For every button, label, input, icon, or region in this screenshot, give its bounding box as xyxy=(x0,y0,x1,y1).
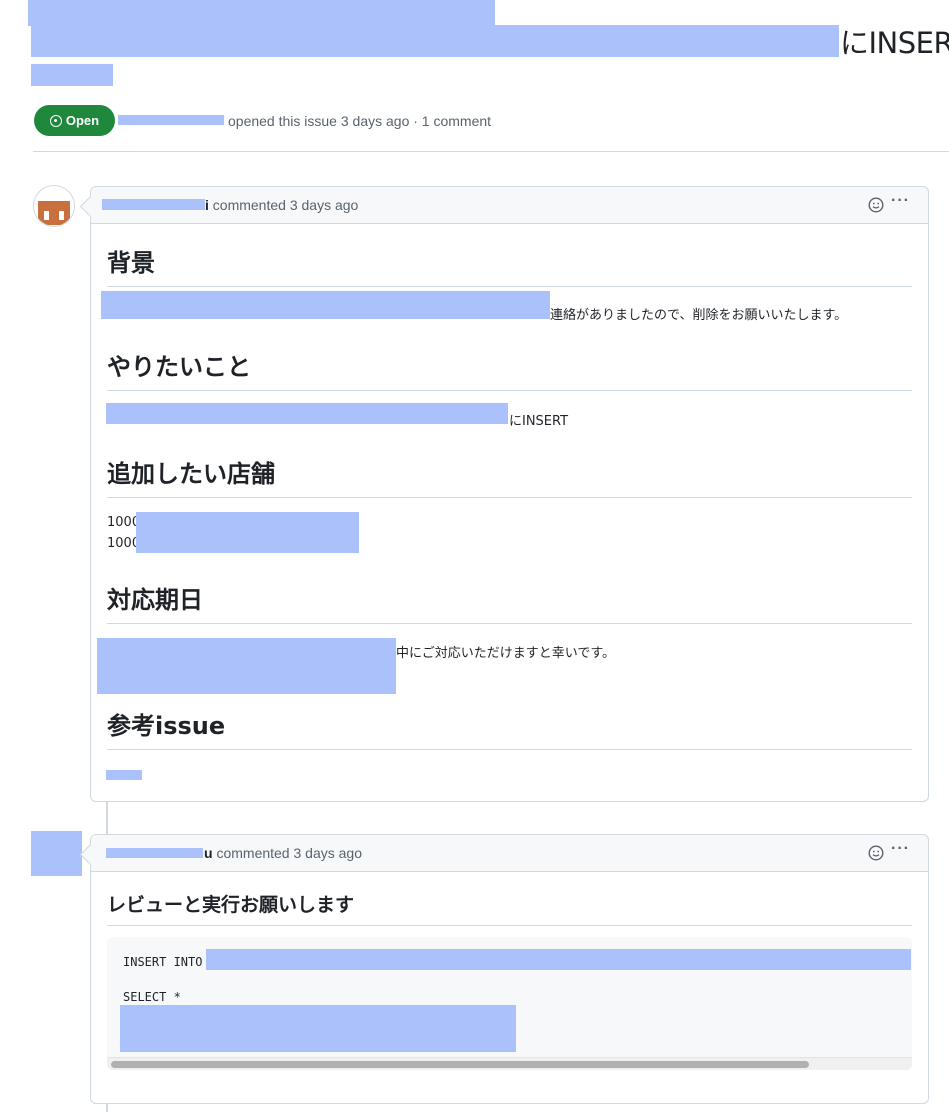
redacted-block xyxy=(120,1005,516,1052)
redacted-block xyxy=(102,199,205,210)
redacted-block xyxy=(118,115,224,125)
avatar[interactable] xyxy=(31,831,82,876)
header-divider xyxy=(33,151,949,152)
section-heading: 参考issue xyxy=(107,706,912,750)
issue-title: にINSERT xyxy=(840,26,949,60)
redacted-block xyxy=(31,64,113,86)
redacted-block xyxy=(206,949,911,970)
comment-timestamp[interactable]: commented 3 days ago xyxy=(213,197,359,213)
code-line: INSERT INTO xyxy=(123,955,203,969)
section-heading: やりたいこと xyxy=(107,347,912,391)
issue-meta: opened this issue 3 days ago · 1 comment xyxy=(228,113,492,129)
issue-state-label: Open xyxy=(65,113,100,128)
issue-state-badge: Open xyxy=(34,105,115,136)
comment-timestamp[interactable]: commented 3 days ago xyxy=(216,845,362,861)
timeline-line xyxy=(106,1103,108,1112)
comment-card: i commented 3 days ago ··· 背景 連絡がありましたので… xyxy=(90,186,929,802)
redacted-block xyxy=(28,0,495,26)
comment-author[interactable]: u xyxy=(204,845,213,861)
comment-author[interactable]: i xyxy=(205,197,209,213)
issue-open-icon xyxy=(49,114,62,127)
redacted-block xyxy=(136,512,359,553)
comment-heading: レビューと実行お願いします xyxy=(107,890,912,926)
kebab-menu-icon[interactable]: ··· xyxy=(891,192,910,210)
section-text: にINSERT xyxy=(509,414,569,429)
redacted-block xyxy=(101,291,550,319)
comment-header: u commented 3 days ago ··· xyxy=(91,835,928,872)
section-heading: 対応期日 xyxy=(107,580,912,624)
comment-author-line: i commented 3 days ago xyxy=(205,197,358,213)
kebab-menu-icon[interactable]: ··· xyxy=(891,840,910,858)
comment-author-line: u commented 3 days ago xyxy=(204,845,362,861)
timeline-line xyxy=(106,801,108,835)
section-heading: 追加したい店舗 xyxy=(107,454,912,498)
smiley-icon[interactable] xyxy=(868,197,884,213)
redacted-block xyxy=(31,25,839,57)
scrollbar-thumb[interactable] xyxy=(111,1061,809,1068)
reference-issue-link[interactable] xyxy=(106,770,142,780)
section-heading: 背景 xyxy=(107,243,912,287)
section-text: 中にご対応いただけますと幸いです。 xyxy=(396,646,616,661)
smiley-icon[interactable] xyxy=(868,845,884,861)
redacted-block xyxy=(106,403,508,424)
avatar[interactable] xyxy=(33,185,75,227)
redacted-block xyxy=(106,848,203,858)
comment-card: u commented 3 days ago ··· レビューと実行お願いします… xyxy=(90,834,929,1104)
section-text: 連絡がありましたので、削除をお願いいたします。 xyxy=(550,308,848,323)
comment-header: i commented 3 days ago ··· xyxy=(91,187,928,224)
code-line: SELECT * xyxy=(123,990,181,1004)
horizontal-scrollbar[interactable] xyxy=(107,1057,912,1070)
code-block[interactable]: INSERT INTO 2 SELECT * xyxy=(107,937,912,1070)
redacted-block xyxy=(97,638,396,694)
